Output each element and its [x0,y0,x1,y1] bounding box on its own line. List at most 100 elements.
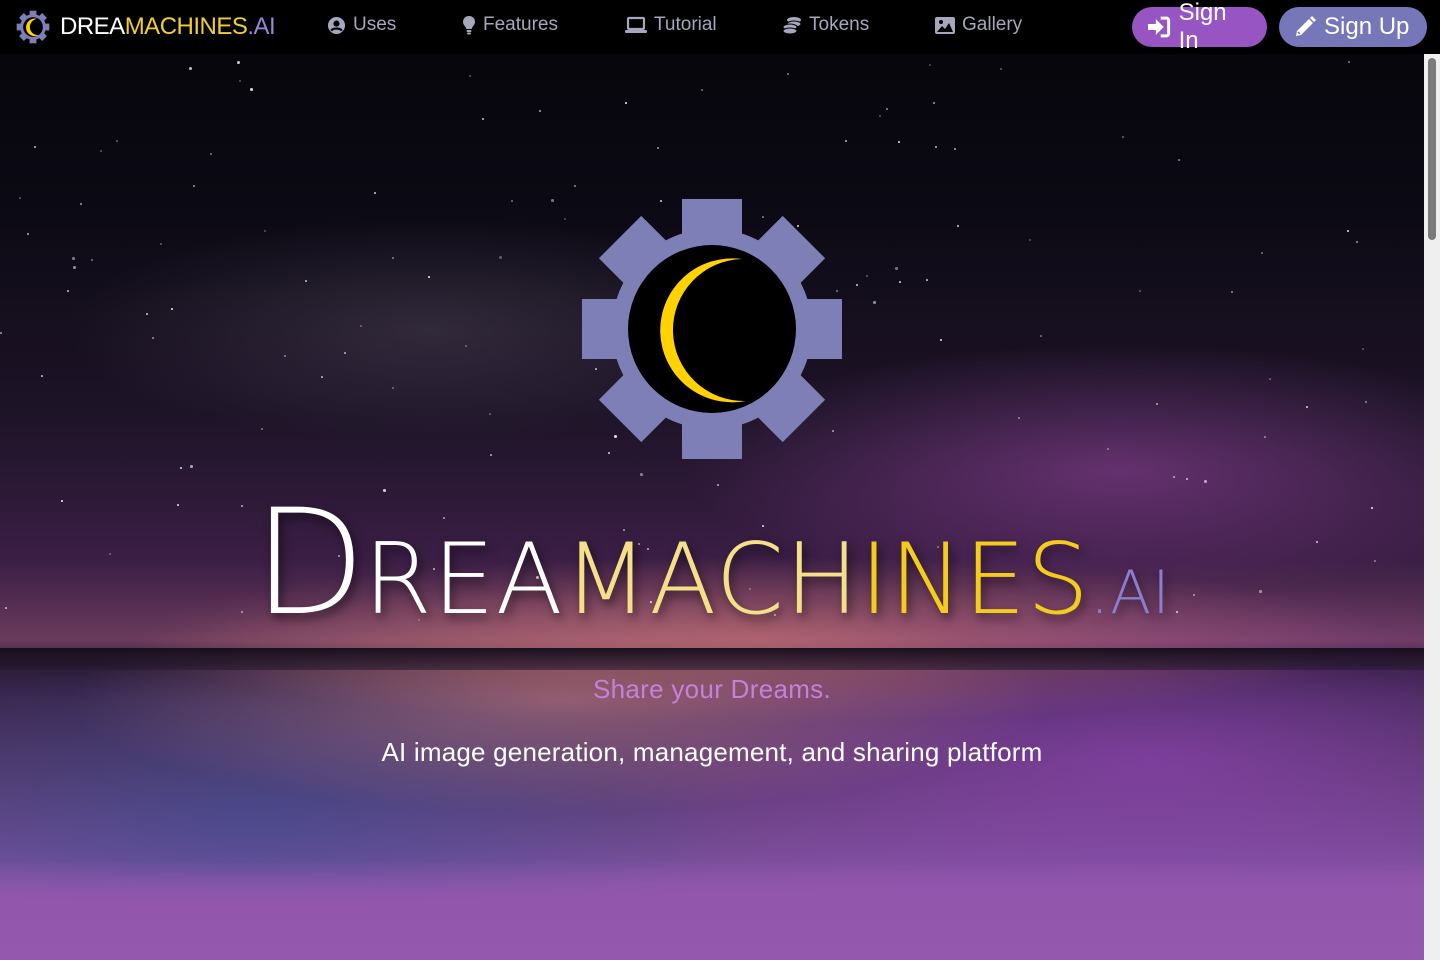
star [160,243,162,245]
star [1231,291,1233,293]
sign-up-button[interactable]: Sign Up [1279,7,1427,47]
star [0,332,2,334]
star [845,140,847,142]
star [239,80,241,82]
star [899,281,901,283]
star [1178,159,1180,161]
star [954,148,956,150]
star [428,276,430,278]
nav-link-tokens[interactable]: Tokens [782,14,869,36]
star [152,337,154,339]
star [465,345,467,347]
scrollbar-thumb[interactable] [1428,58,1436,240]
nav-link-label: Features [483,14,558,35]
star [1269,378,1271,380]
star [539,110,541,112]
star [171,308,173,310]
star [625,102,627,104]
star [72,257,75,260]
star [717,484,719,486]
nav-link-tutorial[interactable]: Tutorial [625,14,717,36]
brand-name: DREAMACHINES.AI [60,9,276,45]
star [27,233,29,235]
star [551,199,554,202]
star [73,266,76,269]
sign-in-label: Sign In [1178,0,1227,54]
star [1186,478,1188,480]
user-circle-icon [327,16,346,34]
star [193,185,195,187]
star [41,375,43,377]
star [1264,436,1266,438]
star [640,473,643,476]
star [344,352,346,354]
nav-link-features[interactable]: Features [462,14,558,36]
star [67,290,69,292]
hero-title-yellow: INES [859,523,1091,637]
bottom-purple-fade [0,860,1424,960]
star [180,467,182,469]
star [80,203,82,205]
nav-link-gallery[interactable]: Gallery [935,14,1022,36]
star [1204,480,1207,483]
star [321,376,323,378]
hero-subtitle: AI image generation, management, and sha… [381,737,1043,767]
star [1139,290,1141,292]
star [490,454,492,456]
star [933,102,935,104]
star [146,313,148,315]
sign-up-label: Sign Up [1324,13,1410,40]
hero-title-initial: D [253,478,365,648]
nav-link-label: Tokens [809,14,870,35]
star [360,325,362,327]
night-sky [0,0,1424,960]
star [499,256,502,259]
star [511,200,513,202]
star [100,150,102,152]
star [19,197,21,199]
page-scrollbar[interactable] [1424,54,1440,960]
star [940,339,942,341]
star [657,147,659,149]
star [264,230,266,232]
star [1107,448,1109,450]
hero-background-image [0,0,1424,960]
sign-in-button[interactable]: Sign In [1132,0,1267,54]
gear-moon-logo-icon [16,10,50,44]
star [392,387,394,389]
brand-name-part2: MACHINES [124,13,248,40]
gear-moon-hero-logo-icon [582,199,842,459]
hero-title-suffix: .AI [1090,558,1171,628]
star [210,153,212,155]
star [190,465,193,468]
laptop-icon [625,16,647,33]
star [1173,476,1175,478]
star [935,146,937,148]
star [856,284,858,286]
brand-logo-link[interactable]: DREAMACHINES.AI [16,9,276,45]
star [237,61,240,64]
pencil-icon [1296,16,1316,36]
star [926,279,928,281]
star [895,267,898,270]
star [1122,136,1124,138]
star [284,355,286,357]
star [1348,61,1350,63]
star [886,108,888,110]
star [489,413,491,415]
star [1261,252,1263,254]
brand-name-part1: DREA [60,13,125,40]
star [374,192,376,194]
hero-title-white: REA [363,523,564,637]
hero-title-light-yellow: MACH [563,523,860,637]
image-icon [935,16,955,34]
star [305,280,307,282]
star [34,146,36,148]
hero-tagline: Share your Dreams. [592,674,832,704]
nav-link-uses[interactable]: Uses [327,14,396,36]
star [1362,348,1364,350]
star [1356,241,1358,243]
star [879,115,881,117]
star [469,75,471,77]
star [701,89,703,91]
